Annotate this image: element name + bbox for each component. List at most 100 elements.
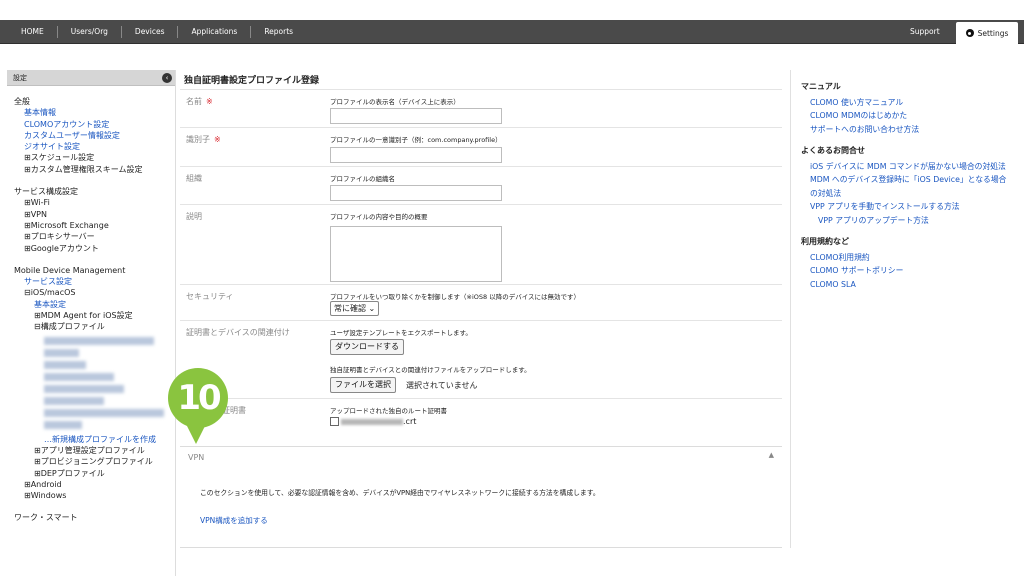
row-certificate: 証明書 アップロードされた独自のルート証明書 .crt [180,398,782,446]
tree-dep-profile[interactable]: ⊞DEPプロファイル [14,468,175,479]
section-general: 全般 [14,97,30,106]
vpn-section: VPN ▲ このセクションを使用して、必要な認証情報を含め、デバイスがVPN経由… [180,446,782,548]
link-contact-support[interactable]: サポートへのお問い合わせ方法 [801,123,1018,137]
vpn-desc: このセクションを使用して、必要な認証情報を含め、デバイスがVPN経由でワイヤレス… [200,489,600,497]
required-mark: ※ [214,135,221,144]
link-usage-manual[interactable]: CLOMO 使い方マニュアル [801,96,1018,110]
manual-title: マニュアル [801,82,841,91]
file-status: 選択されていません [406,381,478,390]
name-input[interactable] [330,108,502,124]
section-mdm: Mobile Device Management [14,265,126,275]
row-security: セキュリティ プロファイルをいつ取り除くかを制御します（※iOS8 以降のデバイ… [180,284,782,320]
chevron-down-icon: ⌄ [368,304,376,313]
description-desc: プロファイルの内容や目的の概要 [330,213,428,221]
identifier-label: 識別子 [186,135,210,144]
blurred-profile-list [44,335,164,430]
vpn-header: VPN [188,453,205,462]
link-basic-settings[interactable]: 基本設定 [14,299,175,310]
certificate-desc: アップロードされた独自のルート証明書 [330,407,447,415]
link-getting-started[interactable]: CLOMO MDMのはじめかた [801,109,1018,123]
terms-title: 利用規約など [801,237,849,246]
nav-home[interactable]: HOME [8,26,58,38]
tree-exchange[interactable]: ⊞Microsoft Exchange [14,220,175,231]
link-new-profile[interactable]: …新規構成プロファイルを作成 [14,434,175,445]
tree-app-config-profile[interactable]: ⊞アプリ管理設定プロファイル [14,445,175,456]
security-select[interactable]: 常に確認 ⌄ [330,301,380,316]
link-terms[interactable]: CLOMO利用規約 [801,251,1018,265]
certificate-checkbox[interactable] [330,417,339,426]
link-service-settings[interactable]: サービス設定 [14,276,175,287]
tree-config-profiles[interactable]: ⊟構成プロファイル [14,321,175,332]
tree-mdm-agent[interactable]: ⊞MDM Agent for iOS設定 [14,310,175,321]
tree-android[interactable]: ⊞Android [14,479,175,490]
tree-google-account[interactable]: ⊞Googleアカウント [14,243,175,254]
nav-applications[interactable]: Applications [178,26,252,38]
row-identifier: 識別子 ※ プロファイルの一意識別子（例：com.company.profile） [180,127,782,166]
link-basic-info[interactable]: 基本情報 [14,107,175,118]
sidebar-title: 設定 [13,74,27,82]
nav-settings-tab[interactable]: Settings [956,22,1018,44]
nav-reports[interactable]: Reports [251,26,306,38]
choose-file-button[interactable]: ファイルを選択 [330,377,396,393]
link-support-policy[interactable]: CLOMO サポートポリシー [801,264,1018,278]
section-service: サービス構成設定 [14,187,78,197]
profile-form: 独自証明書設定プロファイル登録 名前 ※ プロファイルの表示名（デバイス上に表示）… [180,70,782,550]
sidebar-header: 設定 ‹ [7,70,175,86]
association-label: 証明書とデバイスの関連付け [186,328,290,337]
section-work-smart: ワーク・スマート [14,513,78,523]
tree-vpn[interactable]: ⊞VPN [14,209,175,220]
collapse-arrow-icon[interactable]: ▲ [769,451,774,459]
tree-provisioning-profile[interactable]: ⊞プロビジョニングプロファイル [14,456,175,467]
settings-label: Settings [977,28,1009,38]
row-name: 名前 ※ プロファイルの表示名（デバイス上に表示） [180,89,782,127]
row-organization: 組織 プロファイルの組織名 [180,166,782,204]
settings-sidebar: 設定 ‹ 全般 基本情報 CLOMOアカウント設定 カスタムユーザー情報設定 ジ… [7,70,176,576]
tree-custom-permission[interactable]: ⊞カスタム管理権限スキーム設定 [14,164,175,175]
identifier-desc: プロファイルの一意識別子（例：com.company.profile） [330,136,502,144]
faq-title: よくあるお問合せ [801,146,865,155]
link-faq-vpp-update[interactable]: VPP アプリのアップデート方法 [801,214,1018,228]
link-sla[interactable]: CLOMO SLA [801,278,1018,292]
tree-windows[interactable]: ⊞Windows [14,490,175,501]
organization-label: 組織 [186,174,202,183]
link-clomo-account[interactable]: CLOMOアカウント設定 [14,119,175,130]
nav-support[interactable]: Support [900,20,950,44]
nav-users-org[interactable]: Users/Org [58,26,122,38]
security-select-value: 常に確認 [334,304,366,313]
link-faq-ios-device[interactable]: MDM へのデバイス登録時に「iOS Device」となる場合の対処法 [801,173,1018,200]
settings-tree: 全般 基本情報 CLOMOアカウント設定 カスタムユーザー情報設定 ジオサイト設… [7,86,175,524]
certificate-filename: .crt [341,417,416,426]
download-button[interactable]: ダウンロードする [330,339,404,355]
blurred-filename [341,418,403,425]
link-faq-command[interactable]: iOS デバイスに MDM コマンドが届かない場合の対処法 [801,160,1018,174]
tree-schedule[interactable]: ⊞スケジュール設定 [14,152,175,163]
tree-proxy[interactable]: ⊞プロキシサーバー [14,231,175,242]
link-geosite[interactable]: ジオサイト設定 [14,141,175,152]
row-description: 説明 プロファイルの内容や目的の概要 [180,204,782,284]
add-vpn-link[interactable]: VPN構成を追加する [200,515,268,526]
name-desc: プロファイルの表示名（デバイス上に表示） [330,98,460,106]
description-label: 説明 [186,212,202,221]
security-label: セキュリティ [186,292,234,301]
upload-desc: 独自証明書とデバイスとの関連付けファイルをアップロードします。 [330,366,531,374]
page-title: 独自証明書設定プロファイル登録 [184,76,320,86]
organization-desc: プロファイルの組織名 [330,175,395,183]
gear-icon [965,29,974,37]
description-textarea[interactable] [330,226,502,282]
identifier-input[interactable] [330,147,502,163]
export-desc: ユーザ設定テンプレートをエクスポートします。 [330,329,472,337]
link-custom-user-info[interactable]: カスタムユーザー情報設定 [14,130,175,141]
tree-wifi[interactable]: ⊞Wi-Fi [14,197,175,208]
collapse-icon[interactable]: ‹ [162,73,172,83]
name-label: 名前 [186,97,202,106]
row-cert-association: 証明書とデバイスの関連付け ユーザ設定テンプレートをエクスポートします。 ダウン… [180,320,782,398]
help-panel: マニュアル CLOMO 使い方マニュアル CLOMO MDMのはじめかた サポー… [790,70,1018,548]
nav-devices[interactable]: Devices [122,26,179,38]
step-badge: 10 [168,368,228,428]
required-mark: ※ [206,97,213,106]
link-faq-vpp-install[interactable]: VPP アプリを手動でインストールする方法 [801,200,1018,214]
security-desc: プロファイルをいつ取り除くかを制御します（※iOS8 以降のデバイスには無効です… [330,293,581,301]
organization-input[interactable] [330,185,502,201]
tree-ios-macos[interactable]: ⊟iOS/macOS [14,287,175,298]
top-navigation-bar: HOME Users/Org Devices Applications Repo… [0,20,1024,44]
